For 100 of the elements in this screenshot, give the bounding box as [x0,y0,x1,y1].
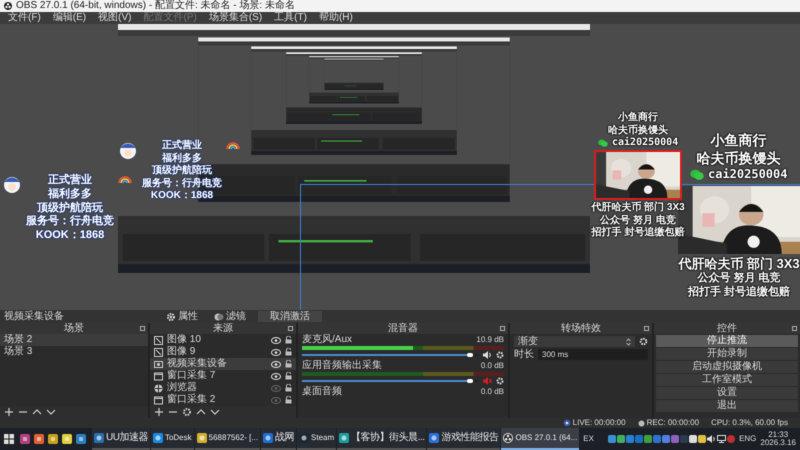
start-icon[interactable] [4,434,14,444]
source-name: 图像 9 [167,346,196,358]
gear-icon[interactable] [639,337,648,346]
move-up-icon[interactable] [32,407,42,417]
channel-name: 麦克风/Aux [302,334,352,346]
wechat-id: cai20250004 [612,137,678,150]
dock-title: 场景 [64,324,84,334]
dock-title: 转场特效 [561,324,601,334]
clock-time[interactable]: 21:33 [768,431,788,439]
control-button[interactable]: 停止推流 [656,335,798,347]
duration-label: 时长 [514,350,534,360]
float-icon[interactable] [644,326,649,331]
taskbar-app[interactable]: OBS 27.0.1 (64... [501,428,580,450]
rainbow-icon [118,174,132,183]
wechat-id: cai20250004 [708,167,788,182]
toolbar-button[interactable]: 滤镜 [210,311,250,322]
gear-icon[interactable] [182,407,192,417]
sticker-text: 服务号：行舟电竞 [26,215,114,229]
source-name: 窗口采集 2 [167,394,216,406]
menu-item[interactable]: 编辑(E) [52,13,86,23]
source-item[interactable]: 窗口采集 2 [150,394,296,406]
add-icon[interactable] [4,407,14,417]
selected-source-label: 视频采集设备 [4,312,64,322]
app-icon [94,433,104,443]
dock-title: 控件 [717,324,737,334]
rec-timer: REC: 00:00:00 [646,419,700,427]
source-item[interactable]: 图像 9 [150,346,296,358]
move-down-icon[interactable] [46,407,56,417]
record-icon [638,420,645,426]
taskbar-app[interactable]: UU加速器 [92,428,150,450]
promo-text: 代肝哈夫币 部门 3X3 [678,256,800,272]
app-icon [152,433,163,443]
filter-icon [214,312,224,322]
taskbar-app[interactable]: 56887562- [... [194,428,260,450]
image-icon [154,336,163,344]
overflow-label: EX [583,435,594,443]
float-icon[interactable] [500,326,505,331]
db-reading: 10.9 dB [476,336,504,344]
chat-bubble-icon [598,139,608,148]
archive-icon[interactable] [20,434,30,444]
menu-item[interactable]: 文件(F) [8,13,41,23]
float-icon[interactable] [288,326,293,331]
gear-icon[interactable] [496,351,504,359]
menu-item[interactable]: 工具(T) [274,13,307,23]
deactivate-button[interactable]: 取消激活 [258,311,322,322]
taskbar-app[interactable]: 【客协】街头晨... [337,428,426,450]
lock-icon[interactable] [285,372,292,380]
add-icon[interactable] [154,407,164,417]
source-item[interactable]: 窗口采集 7 [150,370,296,382]
network-icon[interactable] [717,435,726,443]
taskbar-app[interactable]: Steam [297,428,336,450]
source-name: 图像 10 [167,334,202,346]
lock-icon[interactable] [285,396,292,404]
promo-text: 公众号 努月 电竞 [697,272,781,286]
control-button[interactable]: 启动虚拟摄像机 [656,361,798,373]
menu-item[interactable]: 帮助(H) [318,13,353,23]
taskbar-app[interactable]: 战网 [261,428,296,450]
source-item[interactable]: 图像 10 [150,334,296,346]
taskbar-app[interactable]: ToDesk [150,428,194,450]
sticker-text: 顶级护航陪玩 [152,165,212,177]
camera-icon [154,360,163,368]
float-icon[interactable] [140,326,145,331]
move-down-icon[interactable] [210,407,220,417]
lock-icon[interactable] [285,336,292,344]
lock-icon[interactable] [285,360,292,368]
sticker-text: 正式营业 [48,174,92,188]
menu-item[interactable]: 场景集合(S) [208,13,262,23]
control-button[interactable]: 工作室模式 [656,374,798,386]
toolbar-button[interactable]: 属性 [162,311,202,322]
promo-text: 代肝哈夫币 部门 3X3 [591,202,685,214]
menu-item[interactable]: 视图(V) [98,13,132,23]
app-icon [339,433,350,443]
float-icon[interactable] [792,326,797,331]
speaker-icon[interactable] [483,351,492,359]
control-button[interactable]: 退出 [656,400,798,412]
move-up-icon[interactable] [196,407,206,417]
promo-text: 招打手 封号追缴包赔 [688,286,790,300]
control-button[interactable]: 设置 [656,387,798,399]
source-name: 浏览器 [167,382,198,394]
muted-speaker-icon[interactable] [483,377,492,385]
language-indicator[interactable]: ENG [739,435,756,443]
source-item[interactable]: 浏览器 [150,382,296,394]
source-item[interactable]: 视频采集设备 [150,358,296,370]
speaker-icon[interactable] [707,435,716,443]
spin-arrows-icon [626,338,631,346]
lock-icon[interactable] [285,348,292,356]
transition-select[interactable]: 渐变 [514,336,635,347]
sticker-text: 福利多多 [48,188,92,202]
clock-date[interactable]: 2026.3.16 [760,439,796,447]
scene-item[interactable]: 场景 2 [0,334,148,346]
control-button[interactable]: 开始录制 [656,348,798,360]
source-name: 视频采集设备 [167,358,228,370]
gear-icon[interactable] [496,377,504,385]
duration-field[interactable]: 300 ms [538,349,648,360]
scene-item[interactable]: 场景 3 [0,346,148,358]
lock-icon[interactable] [285,384,292,392]
taskbar-app[interactable]: 游戏性能报告 [427,428,500,450]
image-icon [154,348,163,356]
obs-logo-icon [503,433,514,443]
sticker-text: 正式营业 [162,140,202,152]
